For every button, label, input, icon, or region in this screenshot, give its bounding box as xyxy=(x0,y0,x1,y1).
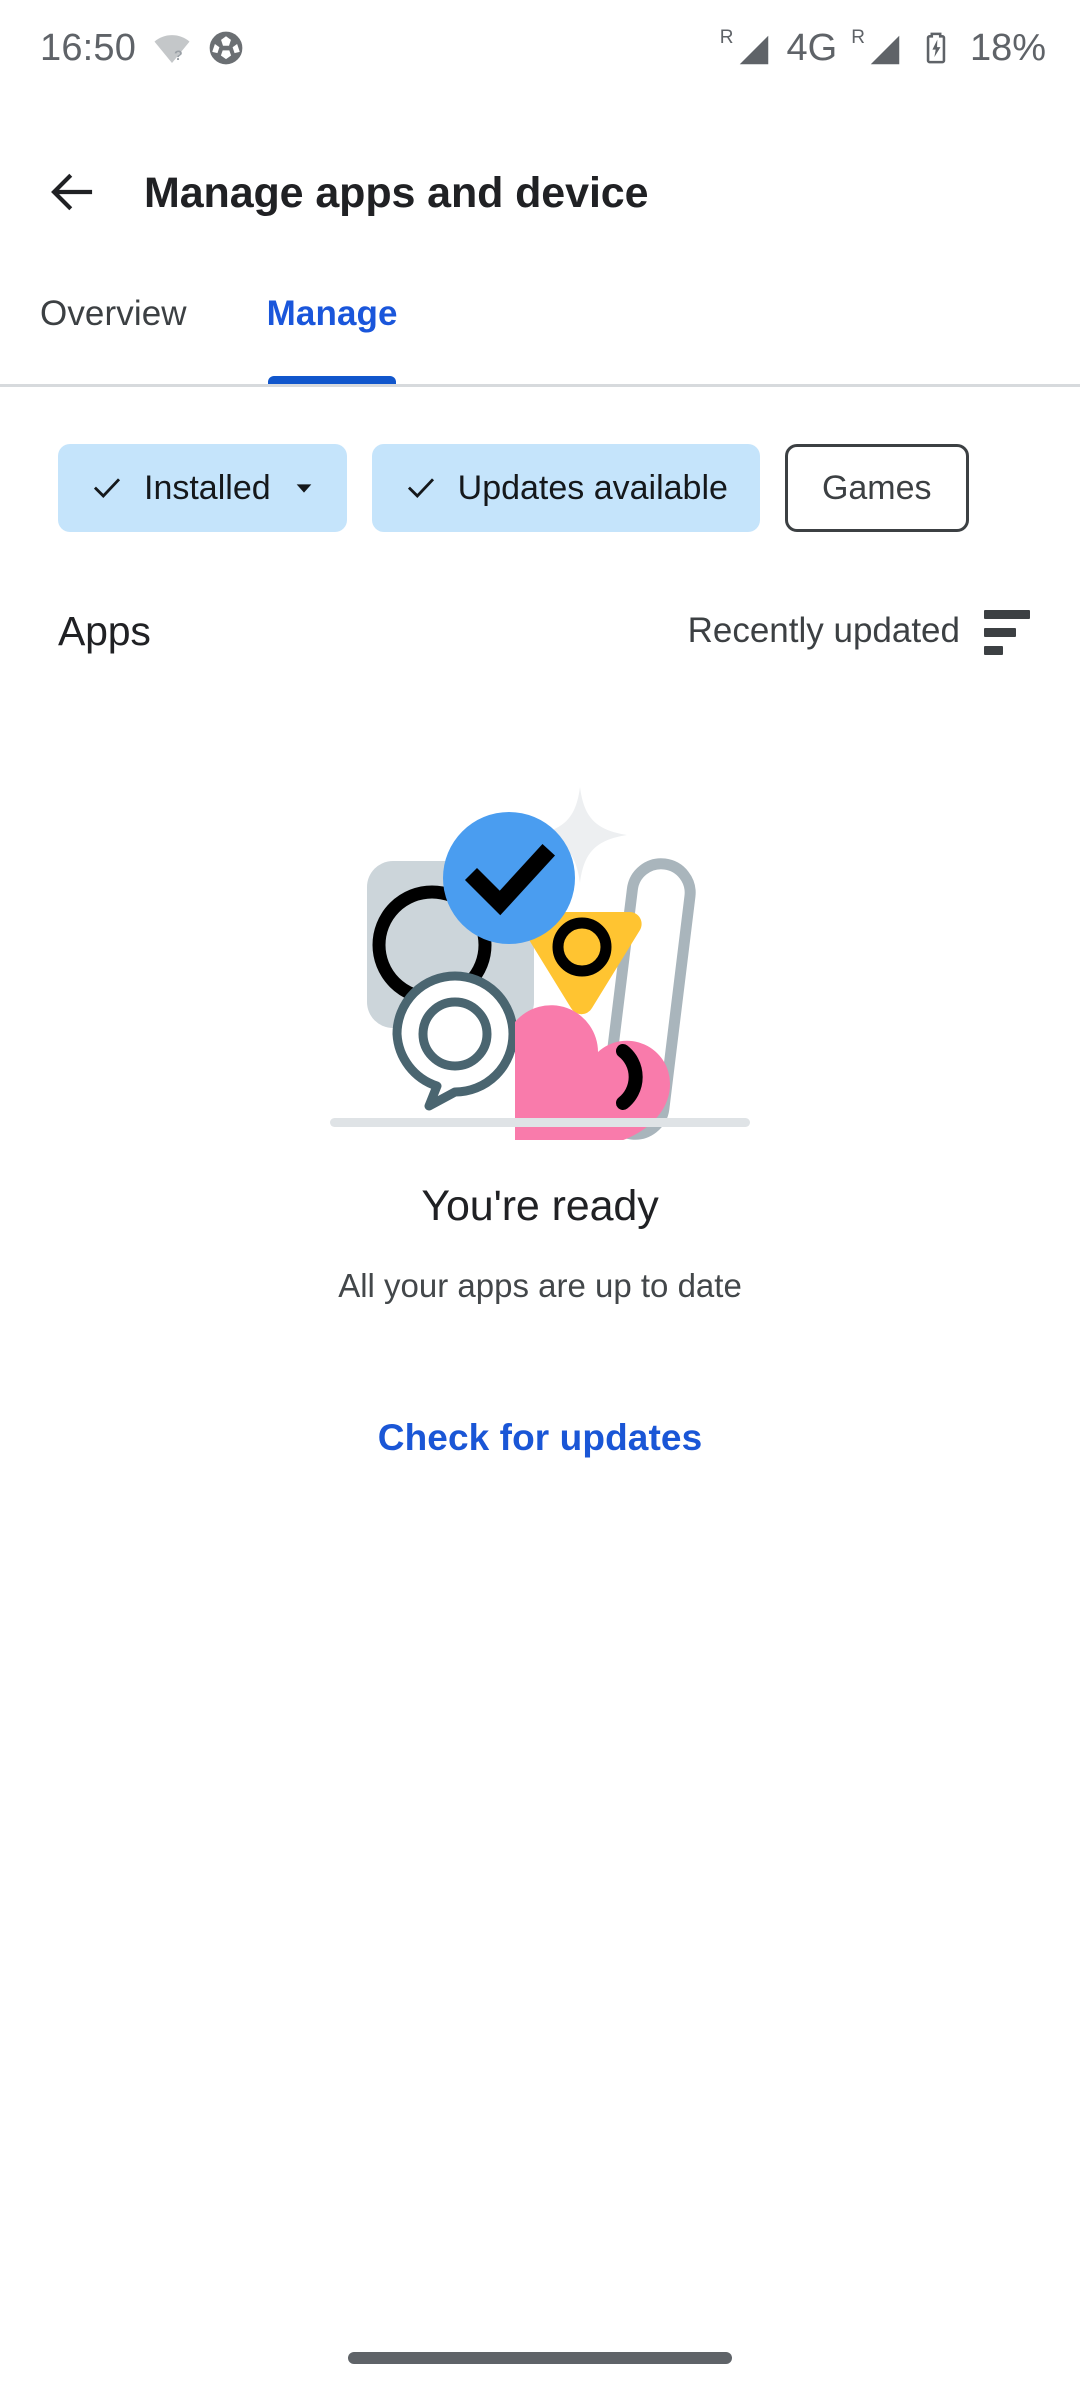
gesture-home-pill[interactable] xyxy=(348,2352,732,2364)
tab-bar: Overview Manage xyxy=(0,278,1080,386)
status-clock: 16:50 xyxy=(40,27,137,69)
check-for-updates-button[interactable]: Check for updates xyxy=(378,1417,703,1459)
status-bar: 16:50 ? R 4G R 18% xyxy=(0,0,1080,96)
section-title-apps: Apps xyxy=(58,607,151,654)
empty-state: You're ready All your apps are up to dat… xyxy=(0,760,1080,1459)
filter-chip-games[interactable]: Games xyxy=(784,444,969,532)
check-icon xyxy=(404,471,438,505)
signal-roaming-icon: R xyxy=(720,28,773,69)
navigation-bar xyxy=(0,2328,1080,2400)
tab-overview-label: Overview xyxy=(40,294,187,333)
empty-state-subtitle: All your apps are up to date xyxy=(338,1267,742,1304)
status-bar-left: 16:50 ? xyxy=(40,28,244,68)
filter-chip-updates-available[interactable]: Updates available xyxy=(371,444,760,532)
filter-chip-installed[interactable]: Installed xyxy=(58,444,347,532)
signal-roaming-icon-2: R xyxy=(851,28,904,69)
tab-manage-label: Manage xyxy=(266,294,398,333)
empty-state-title: You're ready xyxy=(421,1182,659,1230)
back-button[interactable] xyxy=(24,145,120,241)
check-icon xyxy=(90,471,124,505)
wifi-unknown-icon: ? xyxy=(152,28,192,68)
tab-overview[interactable]: Overview xyxy=(0,278,227,386)
filter-chip-games-label: Games xyxy=(821,469,932,507)
status-bar-right: R 4G R 18% xyxy=(720,28,1046,69)
tab-bar-divider xyxy=(0,384,1080,387)
all-apps-up-to-date-illustration xyxy=(330,760,750,1146)
tab-manage[interactable]: Manage xyxy=(227,278,438,386)
apps-section-header: Apps Recently updated xyxy=(0,588,1080,674)
soccer-ball-icon xyxy=(208,30,244,66)
arrow-back-icon xyxy=(45,165,99,222)
battery-percent-label: 18% xyxy=(969,27,1046,69)
sort-icon xyxy=(984,608,1030,655)
filter-chip-updates-available-label: Updates available xyxy=(457,469,728,507)
svg-text:?: ? xyxy=(174,48,183,64)
filter-chip-row: Installed Updates available Games xyxy=(0,444,1080,532)
app-bar: Manage apps and device xyxy=(0,138,1080,248)
sort-control[interactable]: Recently updated xyxy=(688,608,1030,655)
network-type-label: 4G xyxy=(786,27,838,69)
battery-charging-icon xyxy=(918,30,954,66)
page-title: Manage apps and device xyxy=(144,168,649,217)
sort-label: Recently updated xyxy=(687,611,960,650)
chevron-down-icon xyxy=(293,477,315,499)
filter-chip-installed-label: Installed xyxy=(144,469,271,507)
